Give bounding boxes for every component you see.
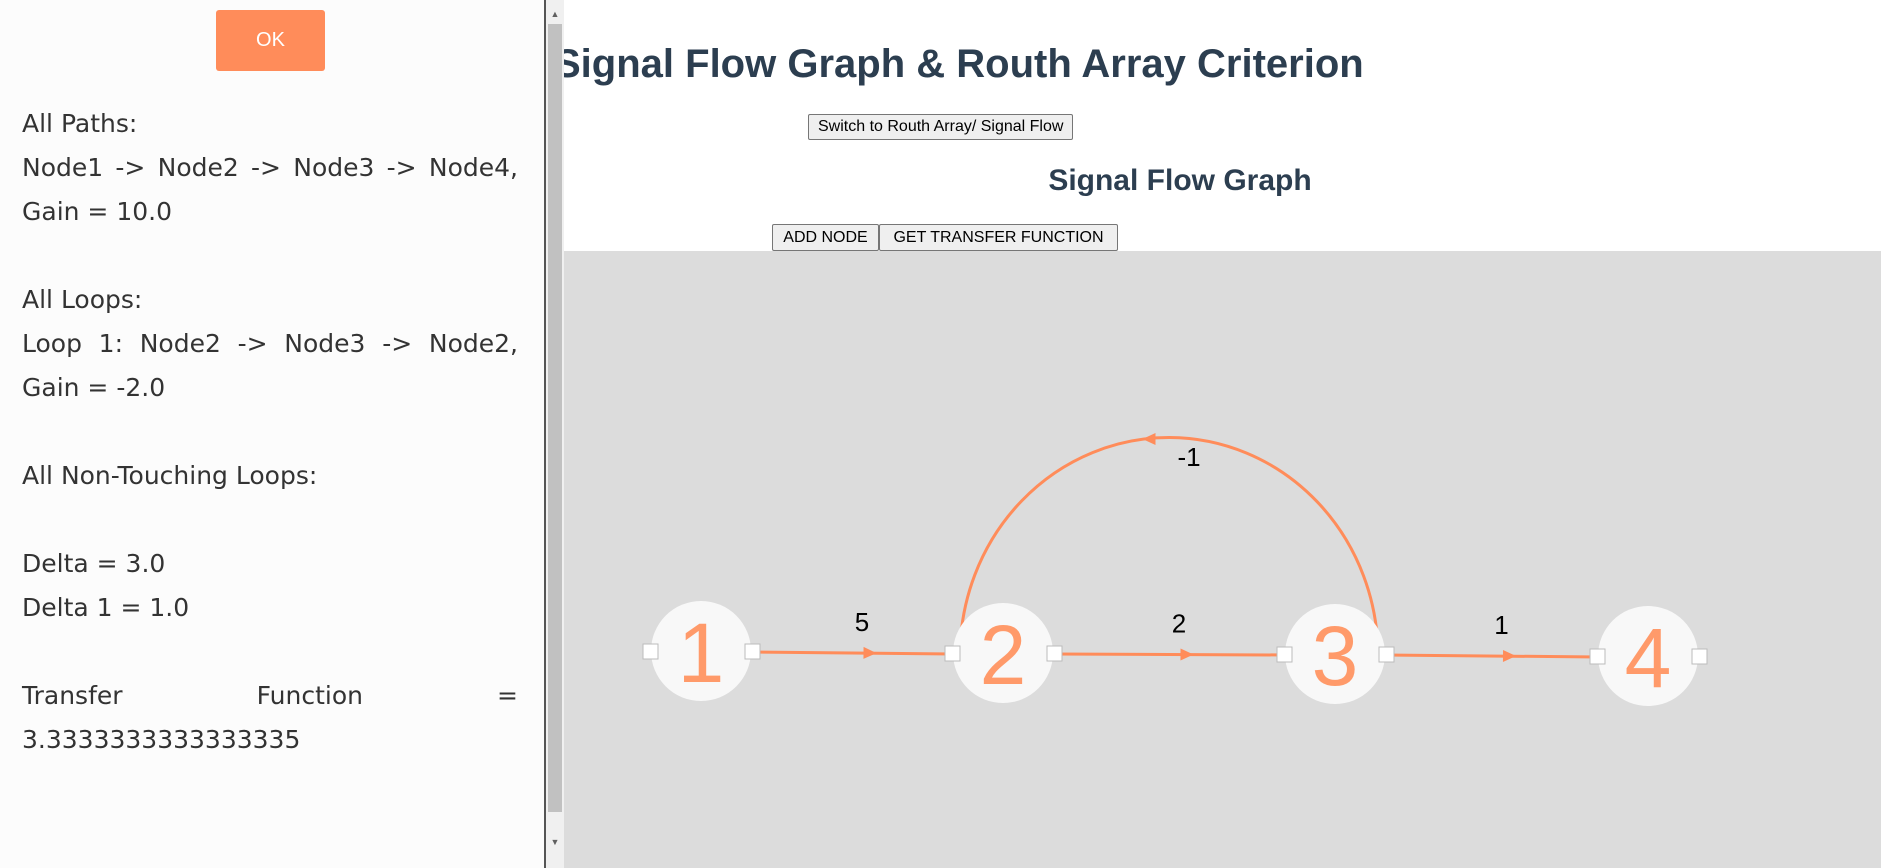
node-label: 2 (980, 608, 1027, 702)
transfer-function-value: Transfer Function = 3.3333333333333335 (22, 681, 518, 754)
node-label: 4 (1625, 611, 1672, 705)
main-area: Signal Flow Graph & Routh Array Criterio… (564, 0, 1881, 868)
add-node-button[interactable]: ADD NODE (772, 224, 879, 251)
ok-button[interactable]: OK (216, 10, 325, 71)
scrollbar-thumb[interactable] (548, 24, 562, 812)
app-title: Signal Flow Graph & Routh Array Criterio… (564, 42, 1364, 86)
result-panel: OK All Paths: Node1 -> Node2 -> Node3 ->… (0, 0, 544, 868)
delta-value: Delta = 3.0 (22, 549, 166, 578)
edge-arrow-icon (863, 646, 877, 659)
node-label: 3 (1312, 609, 1359, 703)
paths-heading: All Paths: (22, 109, 138, 138)
edge-2-3 (1052, 652, 1286, 657)
node-input-port (944, 645, 961, 662)
node-output-port (1046, 645, 1063, 662)
non-touching-heading: All Non-Touching Loops: (22, 461, 318, 490)
edge-gain-label: 1 (1494, 610, 1508, 640)
delta-1-value: Delta 1 = 1.0 (22, 593, 190, 622)
edge-arrow-icon (1180, 648, 1194, 661)
loops-heading: All Loops: (22, 285, 143, 314)
edge-arrow-icon (1502, 649, 1516, 662)
edge-gain-label: -1 (1177, 442, 1200, 472)
node-output-port (1378, 646, 1395, 663)
scroll-up-arrow-icon[interactable]: ▲ (546, 4, 564, 24)
edge-1-2 (750, 650, 954, 656)
switch-mode-button[interactable]: Switch to Routh Array/ Signal Flow (808, 114, 1074, 140)
node-input-port (642, 643, 659, 660)
graph-canvas[interactable]: 5 2 1 -1 1 2 3 4 (564, 251, 1881, 868)
scroll-down-arrow-icon[interactable]: ▼ (546, 832, 564, 852)
edge-gain-label: 5 (855, 607, 869, 637)
get-transfer-function-button[interactable]: GET TRANSFER FUNCTION (879, 224, 1118, 251)
node-output-port (1691, 648, 1708, 665)
edge-gain-label: 2 (1172, 609, 1186, 639)
edge-3-4 (1384, 653, 1599, 659)
node-input-port (1589, 648, 1606, 665)
section-title: Signal Flow Graph (564, 163, 1326, 199)
signal-flow-graph: 5 2 1 -1 1 2 3 4 (642, 433, 1708, 706)
section-title-text: Signal Flow Graph (1048, 164, 1312, 197)
node-input-port (1276, 646, 1293, 663)
node-output-port (744, 643, 761, 660)
edge-arrow-icon (1142, 433, 1156, 445)
node-label: 1 (678, 606, 725, 700)
result-text: All Paths: Node1 -> Node2 -> Node3 -> No… (22, 102, 518, 762)
path-entry: Node1 -> Node2 -> Node3 -> Node4, Gain =… (22, 153, 518, 226)
loop-entry: Loop 1: Node2 -> Node3 -> Node2, Gain = … (22, 329, 518, 402)
panel-scrollbar[interactable]: ▲ ▼ (544, 0, 564, 868)
